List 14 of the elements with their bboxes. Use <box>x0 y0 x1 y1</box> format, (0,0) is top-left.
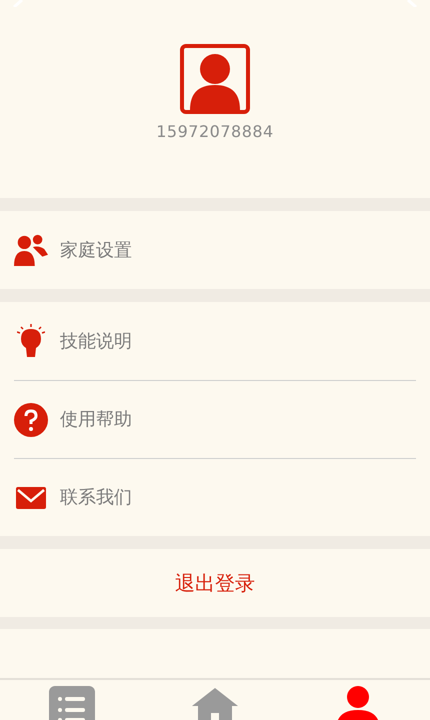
people-icon <box>14 233 48 267</box>
menu-item[interactable]: 联系我们 <box>14 458 416 536</box>
avatar-icon[interactable] <box>180 44 250 114</box>
phone-number: 15972078884 <box>156 121 274 143</box>
home-icon[interactable] <box>192 686 238 720</box>
menu-item[interactable]: 使用帮助 <box>14 380 416 458</box>
menu-item[interactable]: 技能说明 <box>14 302 416 380</box>
lightbulb-icon <box>17 324 45 358</box>
menu-item[interactable]: 家庭设置 <box>14 211 416 289</box>
logout-button[interactable]: 退出登录 <box>0 549 430 617</box>
help-icon <box>14 402 48 436</box>
list-icon[interactable] <box>48 686 95 720</box>
profile-icon[interactable] <box>336 686 380 720</box>
envelope-icon <box>16 486 46 508</box>
